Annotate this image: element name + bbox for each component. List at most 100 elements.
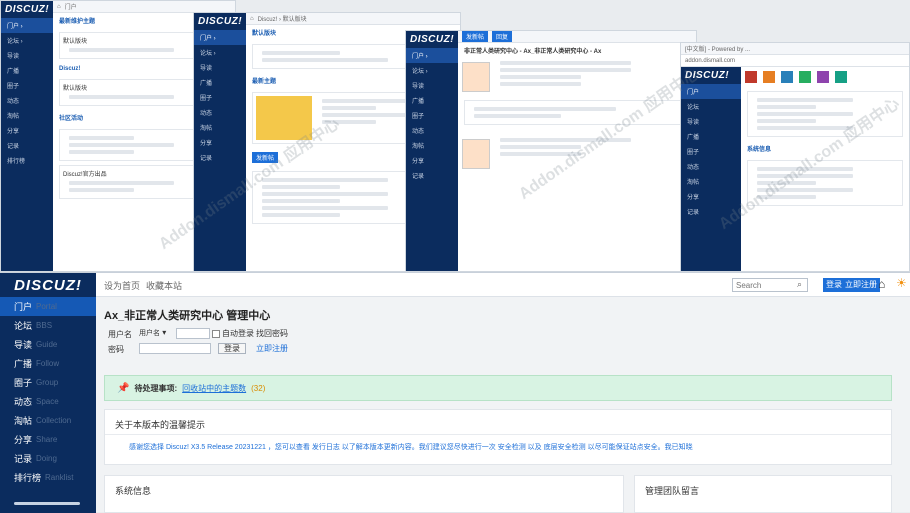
thumb-nav-item[interactable]: 分享: [194, 135, 246, 150]
thumb-nav-item[interactable]: 淘帖: [681, 174, 741, 189]
admin-icon-row: [741, 67, 909, 87]
thumb-nav-item[interactable]: 记录: [1, 138, 53, 153]
thumb-nav-item[interactable]: 圈子: [681, 144, 741, 159]
sidebar-item-share[interactable]: 分享 Share: [0, 430, 96, 449]
sidebar-item-doing[interactable]: 记录 Doing: [0, 449, 96, 468]
thumb-nav-item[interactable]: 分享: [406, 153, 458, 168]
thumb-nav-item[interactable]: 门户 ›: [406, 48, 458, 63]
thumb-logo: DISCUZ!: [198, 16, 243, 27]
app-icon[interactable]: [745, 71, 757, 83]
thumb-logo: DISCUZ!: [410, 34, 455, 45]
thumb-nav-item[interactable]: 门户: [681, 84, 741, 99]
sidebar-item-label: 门户: [14, 302, 33, 312]
thumb-nav-item[interactable]: 记录: [194, 150, 246, 165]
thumb-nav-item[interactable]: 导读: [406, 78, 458, 93]
browser-tab-title[interactable]: [中文版] - Powered by ...: [685, 44, 750, 53]
thumb-nav-item[interactable]: 排行榜: [1, 153, 53, 168]
thumb-nav-item[interactable]: 淘帖: [194, 120, 246, 135]
app-icon[interactable]: [835, 71, 847, 83]
reply-button[interactable]: 回复: [492, 31, 513, 42]
recycle-bin-link[interactable]: 回收站中的主题数: [182, 383, 246, 394]
auto-login-checkbox[interactable]: 自动登录: [212, 328, 254, 339]
thumb-nav-item[interactable]: 淘帖: [406, 138, 458, 153]
thumb-nav-item[interactable]: 动态: [194, 105, 246, 120]
home-icon[interactable]: ⌂: [878, 277, 885, 291]
set-homepage-link[interactable]: 设为首页: [104, 279, 140, 292]
app-icon[interactable]: [817, 71, 829, 83]
sidebar-item-space[interactable]: 动态 Space: [0, 392, 96, 411]
browser-urlbar[interactable]: addon.dismall.com: [681, 55, 909, 67]
app-icon[interactable]: [763, 71, 775, 83]
notice-count: (32): [251, 383, 266, 393]
thumb-nav-item[interactable]: 导读: [681, 114, 741, 129]
sun-icon[interactable]: ☀: [896, 276, 907, 290]
password-input[interactable]: [139, 343, 211, 354]
username-input[interactable]: [176, 328, 210, 339]
app-icon[interactable]: [781, 71, 793, 83]
admin-team-message-title: 管理团队留言: [645, 486, 700, 496]
sidebar-scrollbar[interactable]: [14, 502, 80, 505]
avatar[interactable]: [462, 62, 490, 92]
discuz-logo[interactable]: DISCUZ!: [0, 273, 96, 297]
thumb-nav-item[interactable]: 圈子: [406, 108, 458, 123]
thumb-nav-item[interactable]: 动态: [681, 159, 741, 174]
new-thread-button[interactable]: 发新帖: [462, 31, 489, 42]
register-button[interactable]: 立即注册: [842, 278, 880, 292]
sidebar-item-label: 论坛: [14, 321, 33, 331]
thumb-nav-item[interactable]: 论坛 ›: [194, 45, 246, 60]
home-icon[interactable]: ⌂: [250, 16, 254, 22]
thumb-nav-item[interactable]: 分享: [681, 189, 741, 204]
search-icon[interactable]: ⌕: [797, 279, 802, 290]
sidebar-item-guide[interactable]: 导读 Guide: [0, 335, 96, 354]
thumb-nav-item[interactable]: 圈子: [194, 90, 246, 105]
app-icon[interactable]: [799, 71, 811, 83]
sidebar-item-label: 导读: [14, 340, 33, 350]
admin-content: Ax_非正常人类研究中心 管理中心 用户名 用户名 ▾ 自动登录 找回密码 密码…: [96, 297, 910, 513]
thumb-nav-item[interactable]: 论坛 ›: [406, 63, 458, 78]
bookmark-link[interactable]: 收藏本站: [146, 279, 182, 292]
sidebar-item-portal[interactable]: 门户 Portal: [0, 297, 96, 316]
thumb-nav-item[interactable]: 导读: [1, 48, 53, 63]
sidebar-item-en: Follow: [36, 359, 60, 368]
thumb-nav-item[interactable]: 论坛: [681, 99, 741, 114]
auto-login-label: 自动登录: [222, 329, 254, 338]
thumb-sidebar: DISCUZ! 门户 论坛 导读 广播 圈子 动态 淘帖 分享 记录: [681, 67, 741, 271]
thumb-nav-item[interactable]: 动态: [1, 93, 53, 108]
select-value: 用户名: [139, 330, 160, 337]
thumb-nav-item[interactable]: 记录: [406, 168, 458, 183]
thumb-nav-item[interactable]: 门户 ›: [194, 30, 246, 45]
sidebar-item-en: BBS: [36, 321, 53, 330]
thumb-nav-item[interactable]: 圈子: [1, 78, 53, 93]
thumb-nav-item[interactable]: 导读: [194, 60, 246, 75]
home-icon[interactable]: ⌂: [57, 4, 61, 10]
sidebar-item-collection[interactable]: 淘帖 Collection: [0, 411, 96, 430]
thumb-breadcrumb: 门户: [64, 5, 77, 11]
sidebar-item-en: Collection: [36, 416, 72, 425]
thumb-nav-item[interactable]: 动态: [406, 123, 458, 138]
thumb-nav-item[interactable]: 广播: [681, 129, 741, 144]
thumb-nav-item[interactable]: 广播: [1, 63, 53, 78]
sidebar-item-ranklist[interactable]: 排行榜 Ranklist: [0, 468, 96, 487]
thumb-nav-item[interactable]: 广播: [194, 75, 246, 90]
register-link[interactable]: 立即注册: [256, 343, 288, 354]
new-thread-button[interactable]: 发新帖: [252, 152, 279, 163]
login-submit-button[interactable]: 登录: [218, 343, 246, 354]
checkbox-box[interactable]: [212, 329, 220, 338]
thumb-nav-item[interactable]: 记录: [681, 204, 741, 219]
sidebar-item-label: 记录: [14, 454, 33, 464]
thumb-nav-item[interactable]: 门户 ›: [1, 18, 53, 33]
admin-team-message-box: 管理团队留言: [634, 475, 892, 513]
sidebar-item-en: Portal: [36, 302, 57, 311]
version-notice-box: 关于本版本的温馨提示 感谢您选择 Discuz! X3.5 Release 20…: [104, 409, 892, 465]
sidebar-item-group[interactable]: 圈子 Group: [0, 373, 96, 392]
thumb-nav-item[interactable]: 分享: [1, 123, 53, 138]
thumb-nav-item[interactable]: 淘帖: [1, 108, 53, 123]
sidebar-item-label: 广播: [14, 359, 33, 369]
avatar[interactable]: [462, 139, 490, 169]
sidebar-item-bbs[interactable]: 论坛 BBS: [0, 316, 96, 335]
username-type-select[interactable]: 用户名 ▾: [139, 328, 171, 339]
find-password-link[interactable]: 找回密码: [256, 328, 288, 339]
thumb-nav-item[interactable]: 广播: [406, 93, 458, 108]
sidebar-item-follow[interactable]: 广播 Follow: [0, 354, 96, 373]
thumb-nav-item[interactable]: 论坛 ›: [1, 33, 53, 48]
